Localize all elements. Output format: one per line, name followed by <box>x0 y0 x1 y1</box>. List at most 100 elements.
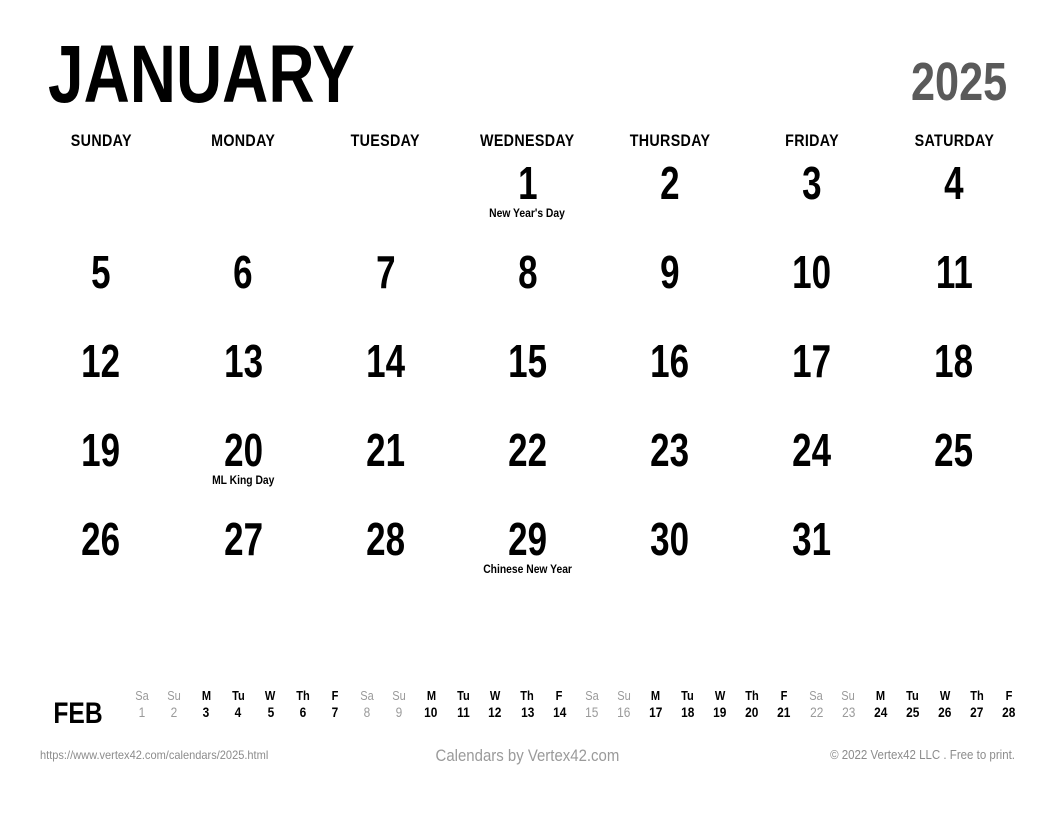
next-month-day[interactable]: W 12 <box>479 688 511 722</box>
day-cell[interactable]: 11 <box>883 247 1025 336</box>
next-month-day[interactable]: F 28 <box>993 688 1025 722</box>
next-month-day[interactable]: Th 6 <box>287 688 319 722</box>
next-month-dow: Tu <box>222 688 254 704</box>
day-cell[interactable]: 28 <box>314 514 456 603</box>
next-month-day[interactable]: Tu 4 <box>222 688 254 722</box>
next-month-day[interactable]: Th 20 <box>736 688 768 722</box>
day-cell[interactable]: 24 <box>741 425 883 514</box>
next-month-day[interactable]: Sa 8 <box>351 688 383 722</box>
day-number-text: 4 <box>944 157 964 209</box>
next-month-day[interactable]: M 10 <box>415 688 447 722</box>
day-cell[interactable]: 25 <box>883 425 1025 514</box>
day-number: 6 <box>172 249 314 295</box>
next-month-day[interactable]: Sa 1 <box>126 688 158 722</box>
day-number-text: 1 <box>517 157 538 209</box>
day-cell[interactable]: 7 <box>314 247 456 336</box>
next-month-day[interactable]: Sa 15 <box>576 688 608 722</box>
next-month-day[interactable]: Su 16 <box>608 688 640 722</box>
next-month-number-text: 27 <box>970 704 984 721</box>
next-month-dow-text: W <box>714 688 726 703</box>
next-month-dow: Su <box>832 688 864 704</box>
day-cell[interactable]: 1 New Year's Day <box>456 158 598 247</box>
day-cell[interactable]: 27 <box>172 514 314 603</box>
next-month-number-text: 18 <box>681 704 695 721</box>
next-month-day[interactable]: M 17 <box>640 688 672 722</box>
next-month-day[interactable]: Sa 22 <box>800 688 832 722</box>
day-event: New Year's Day <box>456 206 598 220</box>
next-month-dow-text: W <box>939 688 950 703</box>
next-month-number: 12 <box>479 704 511 722</box>
day-cell[interactable]: 22 <box>456 425 598 514</box>
weekday-header-label: TUESDAY <box>350 131 420 150</box>
day-cell[interactable]: 20 ML King Day <box>172 425 314 514</box>
next-month-day[interactable]: Th 13 <box>511 688 543 722</box>
day-cell[interactable]: 14 <box>314 336 456 425</box>
next-month-day[interactable]: Su 9 <box>383 688 415 722</box>
next-month-dow: Sa <box>800 688 832 704</box>
next-month-day[interactable]: Su 2 <box>158 688 190 722</box>
next-month-day[interactable]: W 26 <box>929 688 961 722</box>
day-number: 15 <box>456 338 598 384</box>
next-month-day[interactable]: Tu 18 <box>672 688 704 722</box>
next-month-dow-text: Sa <box>360 688 374 703</box>
next-month-dow-text: F <box>556 688 563 703</box>
day-cell[interactable]: 31 <box>741 514 883 603</box>
weekday-header-friday: FRIDAY <box>741 131 883 151</box>
next-month-number: 2 <box>158 704 190 722</box>
day-cell[interactable]: 23 <box>599 425 741 514</box>
next-month-day[interactable]: W5 <box>254 688 286 722</box>
next-month-number-text: 20 <box>745 704 759 721</box>
day-cell[interactable]: 4 <box>883 158 1025 247</box>
next-month-day[interactable]: Tu 11 <box>447 688 479 722</box>
day-cell[interactable]: 5 <box>30 247 172 336</box>
next-month-number-text: 28 <box>1002 704 1016 721</box>
next-month-dow-text: Su <box>616 688 631 703</box>
day-cell[interactable]: 3 <box>741 158 883 247</box>
next-month-dow-text: Su <box>392 688 406 703</box>
day-number: 22 <box>456 427 598 473</box>
day-cell[interactable]: 30 <box>599 514 741 603</box>
next-month-day[interactable]: W 19 <box>704 688 736 722</box>
next-month-day[interactable]: Tu 25 <box>897 688 929 722</box>
next-month-day[interactable]: M3 <box>190 688 222 722</box>
weekday-header-tuesday: TUESDAY <box>314 131 456 151</box>
day-cell[interactable]: 6 <box>172 247 314 336</box>
day-cell[interactable]: 19 <box>30 425 172 514</box>
day-number-text: 27 <box>223 513 263 565</box>
next-month-day[interactable]: M 24 <box>864 688 896 722</box>
day-cell[interactable]: 17 <box>741 336 883 425</box>
day-cell[interactable]: 8 <box>456 247 598 336</box>
day-cell-empty <box>30 158 172 247</box>
next-month-dow: M <box>640 688 672 704</box>
day-cell[interactable]: 15 <box>456 336 598 425</box>
day-cell[interactable]: 29 Chinese New Year <box>456 514 598 603</box>
next-month-day[interactable]: F 21 <box>768 688 800 722</box>
next-month-number: 3 <box>190 704 222 722</box>
day-cell[interactable]: 9 <box>599 247 741 336</box>
day-cell[interactable]: 2 <box>599 158 741 247</box>
next-month-dow-text: Th <box>970 688 984 703</box>
next-month-number: 27 <box>961 704 993 722</box>
next-month-day[interactable]: F7 <box>319 688 351 722</box>
day-cell[interactable]: 13 <box>172 336 314 425</box>
footer: https://www.vertex42.com/calendars/2025.… <box>40 746 1015 768</box>
day-cell[interactable]: 10 <box>741 247 883 336</box>
day-cell[interactable]: 18 <box>883 336 1025 425</box>
next-month-number: 23 <box>832 704 864 722</box>
next-month-day[interactable]: F 14 <box>543 688 575 722</box>
weekday-header-saturday: SATURDAY <box>883 131 1025 151</box>
next-month-day[interactable]: Th 27 <box>961 688 993 722</box>
day-cell[interactable]: 21 <box>314 425 456 514</box>
day-number-text: 9 <box>659 246 680 298</box>
day-cell[interactable]: 12 <box>30 336 172 425</box>
next-month-number-text: 14 <box>552 704 567 721</box>
next-month-number: 25 <box>897 704 929 722</box>
day-number-text: 10 <box>792 246 832 298</box>
day-cell[interactable]: 16 <box>599 336 741 425</box>
next-month-number-text: 11 <box>456 704 470 721</box>
day-number-text: 26 <box>81 513 121 565</box>
day-number: 10 <box>741 249 883 295</box>
day-cell[interactable]: 26 <box>30 514 172 603</box>
next-month-day[interactable]: Su 23 <box>832 688 864 722</box>
day-number: 11 <box>883 249 1025 295</box>
